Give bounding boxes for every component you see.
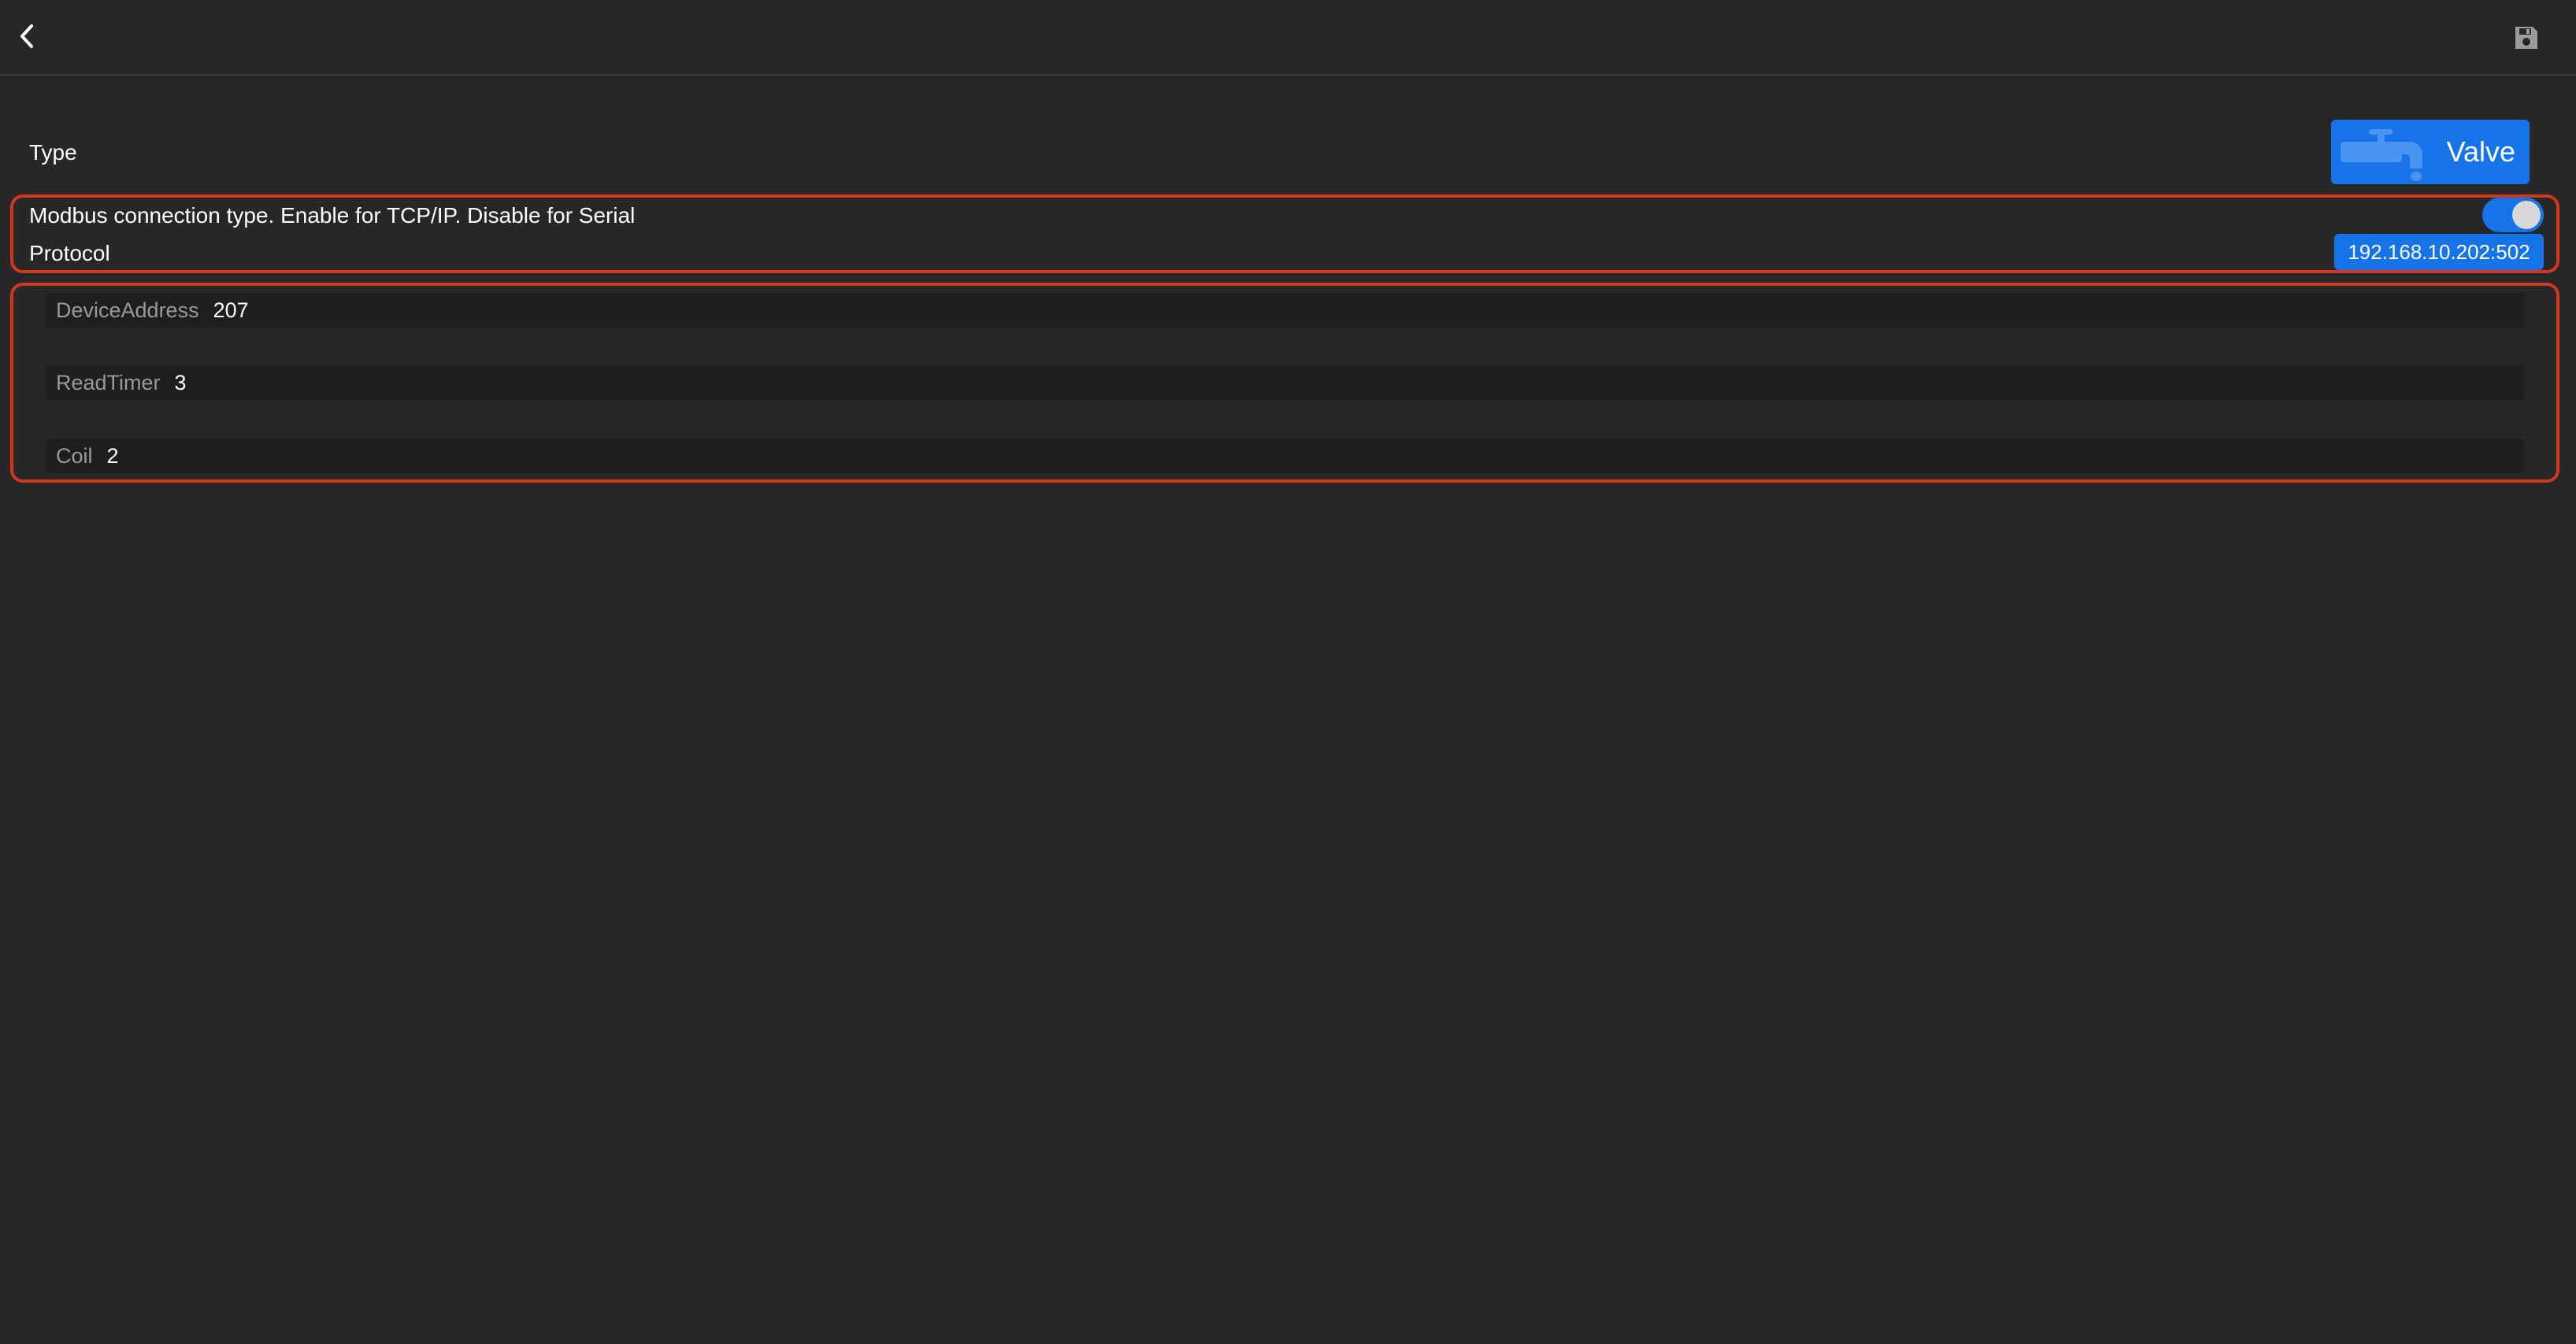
read-timer-field[interactable]: ReadTimer 3	[46, 365, 2525, 400]
modbus-connection-label: Modbus connection type. Enable for TCP/I…	[29, 203, 636, 228]
coil-label: Coil	[56, 443, 93, 468]
tcp-ip-toggle[interactable]	[2482, 198, 2544, 232]
back-button[interactable]	[11, 17, 43, 55]
top-app-bar	[0, 0, 2576, 76]
read-timer-value: 3	[174, 370, 187, 394]
device-address-value: 207	[213, 298, 249, 322]
type-value: Valve	[2446, 135, 2515, 168]
device-settings-page: Type Valve Modbus connection type. Enabl…	[0, 0, 2576, 1344]
type-select-button[interactable]: Valve	[2331, 120, 2530, 184]
read-timer-label: ReadTimer	[56, 370, 161, 394]
floppy-disk-icon	[2515, 27, 2537, 49]
toggle-knob	[2512, 201, 2541, 229]
device-address-field[interactable]: DeviceAddress 207	[46, 293, 2525, 328]
protocol-address-button[interactable]: 192.168.10.202:502	[2334, 234, 2544, 270]
device-address-label: DeviceAddress	[56, 298, 199, 322]
protocol-label: Protocol	[29, 241, 110, 265]
coil-field[interactable]: Coil 2	[46, 439, 2525, 473]
coil-value: 2	[106, 443, 119, 468]
save-button[interactable]	[2507, 19, 2545, 57]
chevron-left-icon	[20, 24, 33, 48]
type-label: Type	[29, 140, 77, 165]
faucet-icon	[2341, 129, 2422, 181]
